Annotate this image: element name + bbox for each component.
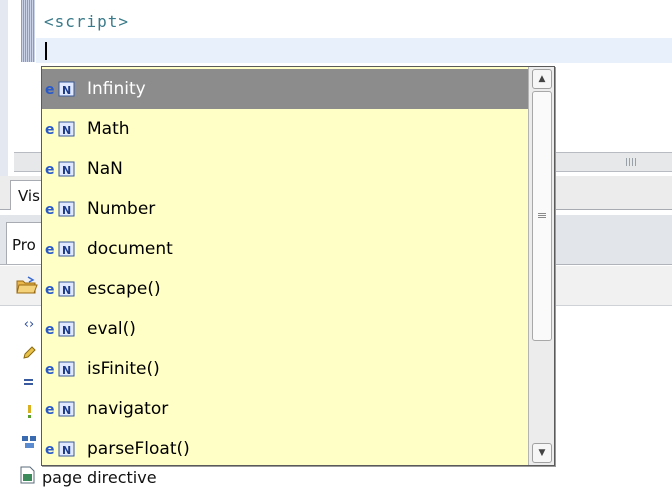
- svg-text:N: N: [62, 164, 71, 177]
- svg-text:e: e: [45, 362, 55, 377]
- autocomplete-vertical-scrollbar[interactable]: ▲ ▼: [528, 67, 554, 465]
- equals-icon: [20, 374, 38, 390]
- svg-text:N: N: [62, 84, 71, 97]
- autocomplete-item-math[interactable]: eN Math: [42, 109, 528, 149]
- svg-text:N: N: [62, 244, 71, 257]
- structure-icon: [20, 434, 38, 450]
- svg-text:e: e: [45, 202, 55, 217]
- autocomplete-item-eval[interactable]: eN eval(): [42, 309, 528, 349]
- autocomplete-item-label: NaN: [87, 159, 123, 179]
- autocomplete-item-escape[interactable]: eN escape(): [42, 269, 528, 309]
- scrollbar-grip: [538, 212, 546, 218]
- js-function-icon: eN: [45, 361, 81, 377]
- autocomplete-popup[interactable]: eN Infinity eN Math eN NaN eN Number e N…: [41, 66, 555, 466]
- svg-text:N: N: [62, 364, 71, 377]
- autocomplete-item-label: eval(): [87, 319, 136, 339]
- current-line-highlight: [36, 38, 672, 63]
- svg-text:e: e: [45, 282, 55, 297]
- autocomplete-item-label: Math: [87, 119, 130, 139]
- svg-text:e: e: [45, 242, 55, 257]
- chevron-up-icon: ▲: [538, 74, 546, 84]
- autocomplete-item-nan[interactable]: eN NaN: [42, 149, 528, 189]
- autocomplete-list: eN Infinity eN Math eN NaN eN Number e N…: [42, 67, 528, 465]
- autocomplete-item-label: parseFloat(): [87, 439, 190, 459]
- autocomplete-item-label: Number: [87, 199, 156, 219]
- js-property-icon: eN: [45, 81, 81, 97]
- autocomplete-item-navigator[interactable]: eN navigator: [42, 389, 528, 429]
- svg-text:N: N: [62, 284, 71, 297]
- svg-text:e: e: [45, 402, 55, 417]
- autocomplete-item-label: escape(): [87, 279, 161, 299]
- warning-exclamation-icon: [20, 403, 38, 419]
- ide-window: <script> Vis Pro ‹› page directive e N I…: [0, 0, 672, 489]
- js-function-icon: eN: [45, 441, 81, 457]
- autocomplete-item-infinity[interactable]: eN Infinity: [42, 69, 528, 109]
- svg-text:e: e: [45, 122, 55, 137]
- autocomplete-item-isfinite[interactable]: eN isFinite(): [42, 349, 528, 389]
- edit-pencil-icon: [20, 345, 38, 361]
- autocomplete-item-label: Infinity: [87, 79, 146, 99]
- scrollbar-grip: [626, 158, 638, 166]
- autocomplete-item-label: navigator: [87, 399, 169, 419]
- scroll-down-button[interactable]: ▼: [532, 443, 552, 463]
- text-caret: [45, 42, 47, 60]
- js-property-icon: eN: [45, 161, 81, 177]
- outline-page-directive[interactable]: page directive: [18, 466, 157, 488]
- js-property-icon: eN: [45, 401, 81, 417]
- js-property-icon: eN: [45, 241, 81, 257]
- autocomplete-item-parsefloat[interactable]: eN parseFloat(): [42, 429, 528, 469]
- page-directive-label: page directive: [42, 467, 157, 487]
- js-property-icon: eN: [45, 201, 81, 217]
- svg-text:N: N: [62, 404, 71, 417]
- js-function-icon: eN: [45, 281, 81, 297]
- svg-text:e: e: [45, 162, 55, 177]
- autocomplete-item-document[interactable]: eN document: [42, 229, 528, 269]
- editor-left-border: [0, 0, 8, 178]
- svg-text:e: e: [45, 322, 55, 337]
- svg-text:e: e: [45, 442, 55, 457]
- page-directive-icon: [18, 466, 36, 488]
- code-line-script-tag[interactable]: <script>: [44, 12, 129, 31]
- svg-text:N: N: [62, 444, 71, 457]
- ruler-marker: [21, 0, 35, 62]
- js-function-icon: eN: [45, 321, 81, 337]
- js-property-icon: eN: [45, 121, 81, 137]
- svg-text:N: N: [62, 204, 71, 217]
- scroll-up-button[interactable]: ▲: [532, 69, 552, 89]
- autocomplete-item-label: isFinite(): [87, 359, 160, 379]
- autocomplete-item-number[interactable]: eN Number: [42, 189, 528, 229]
- chevron-down-icon: ▼: [538, 448, 546, 458]
- tag-brackets-icon: ‹›: [23, 317, 35, 332]
- svg-text:e: e: [45, 82, 55, 97]
- open-folder-icon[interactable]: [16, 276, 38, 296]
- scrollbar-thumb[interactable]: [532, 91, 552, 341]
- svg-text:N: N: [62, 324, 71, 337]
- autocomplete-item-label: document: [87, 239, 173, 259]
- svg-text:N: N: [62, 124, 71, 137]
